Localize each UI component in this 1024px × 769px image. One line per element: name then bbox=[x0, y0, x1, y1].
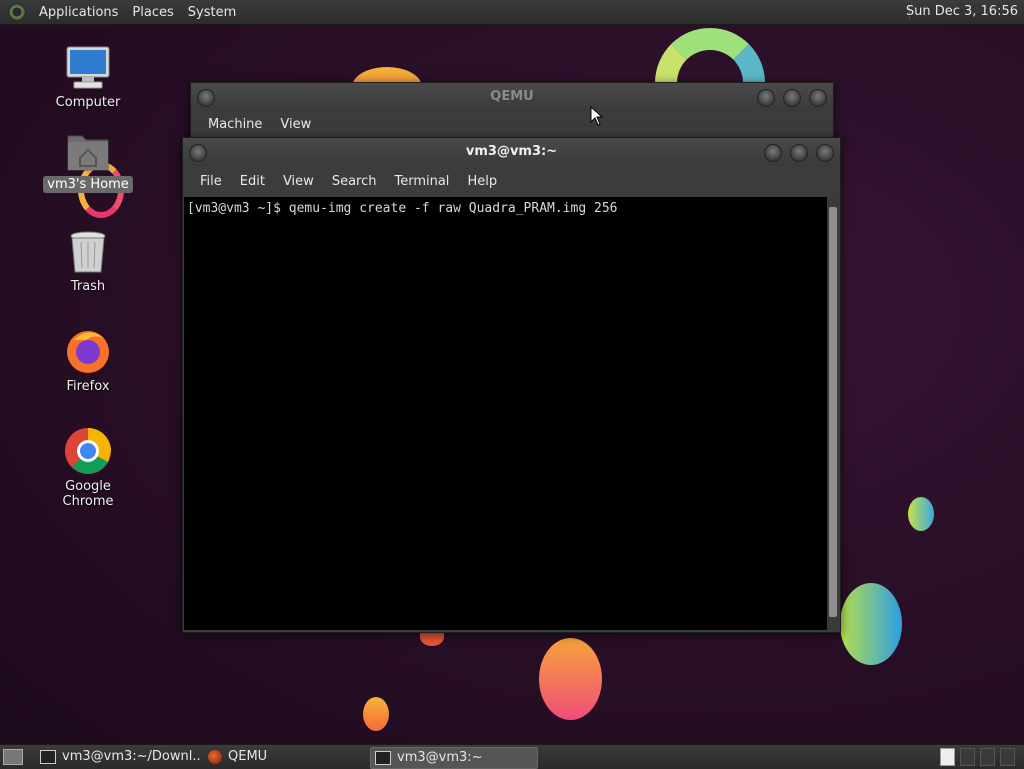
terminal-prompt: [vm3@vm3 ~]$ bbox=[187, 201, 289, 216]
terminal-command: qemu-img create -f raw Quadra_PRAM.img 2… bbox=[288, 201, 618, 216]
workspace-switcher-2[interactable] bbox=[960, 748, 975, 766]
mate-logo-icon[interactable] bbox=[8, 3, 26, 21]
minimize-icon[interactable] bbox=[764, 144, 782, 162]
menu-view[interactable]: View bbox=[271, 117, 320, 132]
menu-view[interactable]: View bbox=[274, 174, 323, 189]
workspace-switcher-3[interactable] bbox=[980, 748, 995, 766]
window-menu-icon[interactable] bbox=[189, 144, 207, 162]
terminal-scrollbar[interactable] bbox=[827, 197, 839, 630]
system-menu[interactable]: System bbox=[181, 5, 243, 20]
firefox-icon bbox=[64, 326, 112, 376]
desktop-icon-home[interactable]: vm3's Home bbox=[38, 128, 138, 193]
workspace-switcher-4[interactable] bbox=[1000, 748, 1015, 766]
scrollbar-thumb[interactable] bbox=[829, 207, 837, 617]
wallpaper-bubble bbox=[363, 697, 389, 731]
desktop-icon-computer[interactable]: Computer bbox=[38, 44, 138, 111]
desktop-icon-label: Google Chrome bbox=[62, 479, 114, 509]
show-desktop-icon[interactable] bbox=[3, 749, 23, 765]
top-menu: Applications Places System bbox=[0, 0, 243, 24]
terminal-output[interactable]: [vm3@vm3 ~]$ qemu-img create -f raw Quad… bbox=[184, 197, 827, 630]
qemu-title: QEMU bbox=[490, 89, 534, 104]
desktop-icon-trash[interactable]: Trash bbox=[38, 228, 138, 295]
wallpaper-bubble bbox=[908, 497, 934, 531]
desktop-icon-chrome[interactable]: Google Chrome bbox=[38, 426, 138, 510]
qemu-menubar: Machine View bbox=[191, 111, 833, 137]
close-icon[interactable] bbox=[809, 89, 827, 107]
menu-file[interactable]: File bbox=[191, 174, 231, 189]
qemu-icon bbox=[208, 750, 222, 764]
wallpaper-bubble bbox=[840, 583, 902, 665]
desktop-icon-firefox[interactable]: Firefox bbox=[38, 326, 138, 395]
window-menu-icon[interactable] bbox=[197, 89, 215, 107]
desktop-icon-label: Trash bbox=[70, 279, 106, 294]
places-menu[interactable]: Places bbox=[125, 5, 180, 20]
clock[interactable]: Sun Dec 3, 16:56 bbox=[906, 0, 1018, 24]
trash-icon bbox=[64, 228, 112, 276]
desktop-icon-label: Computer bbox=[55, 95, 121, 110]
qemu-titlebar[interactable]: QEMU bbox=[191, 83, 833, 111]
taskbar-item-label: vm3@vm3:~ bbox=[397, 750, 483, 765]
taskbar-item-label: vm3@vm3:~/Downl... bbox=[62, 749, 202, 764]
close-icon[interactable] bbox=[816, 144, 834, 162]
mouse-cursor-icon bbox=[590, 105, 604, 130]
taskbar-item-terminal-downloads[interactable]: vm3@vm3:~/Downl... bbox=[36, 747, 202, 767]
menu-machine[interactable]: Machine bbox=[199, 117, 271, 132]
maximize-icon[interactable] bbox=[783, 89, 801, 107]
taskbar-item-terminal-active[interactable]: vm3@vm3:~ bbox=[370, 747, 538, 769]
computer-icon bbox=[64, 44, 112, 92]
desktop-icon-label: vm3's Home bbox=[43, 176, 133, 193]
bottom-panel: vm3@vm3:~/Downl... QEMU vm3@vm3:~ bbox=[0, 744, 1024, 769]
terminal-window[interactable]: vm3@vm3:~ File Edit View Search Terminal… bbox=[182, 137, 841, 633]
terminal-title: vm3@vm3:~ bbox=[465, 144, 558, 159]
workspace-switcher-1[interactable] bbox=[940, 748, 955, 766]
home-folder-icon bbox=[64, 128, 112, 174]
minimize-icon[interactable] bbox=[757, 89, 775, 107]
maximize-icon[interactable] bbox=[790, 144, 808, 162]
chrome-icon bbox=[64, 426, 112, 476]
terminal-titlebar[interactable]: vm3@vm3:~ bbox=[183, 138, 840, 166]
top-panel: Applications Places System Sun Dec 3, 16… bbox=[0, 0, 1024, 25]
menu-terminal[interactable]: Terminal bbox=[385, 174, 458, 189]
menu-search[interactable]: Search bbox=[323, 174, 386, 189]
terminal-menubar: File Edit View Search Terminal Help bbox=[183, 166, 840, 196]
menu-help[interactable]: Help bbox=[458, 174, 506, 189]
applications-menu[interactable]: Applications bbox=[32, 5, 125, 20]
taskbar-item-label: QEMU bbox=[228, 749, 268, 764]
taskbar-item-qemu[interactable]: QEMU bbox=[204, 747, 364, 767]
menu-edit[interactable]: Edit bbox=[231, 174, 274, 189]
wallpaper-bubble bbox=[539, 638, 602, 720]
terminal-icon bbox=[375, 751, 391, 765]
desktop-icon-label: Firefox bbox=[66, 379, 110, 394]
terminal-icon bbox=[40, 750, 56, 764]
